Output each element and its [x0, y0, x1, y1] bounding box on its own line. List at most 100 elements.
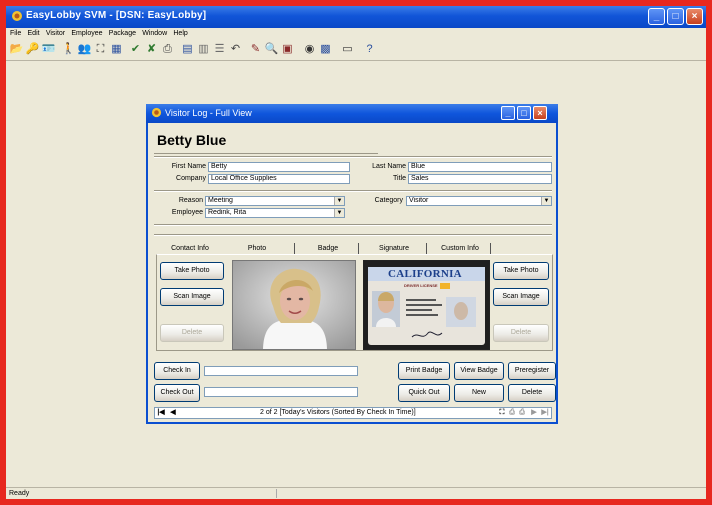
category-select[interactable]: Visitor ▼ — [406, 196, 552, 206]
id-scan-icon[interactable]: ▩ — [318, 42, 333, 57]
record-navigator: |◀ ◀ 2 of 2 [Today's Visitors (Sorted By… — [154, 407, 552, 419]
dialog-title: Visitor Log - Full View — [165, 108, 252, 118]
divider — [154, 234, 552, 236]
people-icon[interactable]: 👥 — [77, 42, 92, 57]
help-icon[interactable]: ? — [362, 42, 377, 57]
badge-icon[interactable]: 🪪 — [41, 42, 56, 57]
minimize-button[interactable]: _ — [648, 8, 665, 25]
category-label: Category — [374, 197, 403, 204]
delete-record-button[interactable]: Delete — [508, 384, 556, 402]
scan-image-button-2[interactable]: Scan Image — [493, 288, 549, 306]
key-icon[interactable]: 🔑 — [25, 42, 40, 57]
report-icon[interactable]: ▣ — [280, 42, 295, 57]
tab-badge[interactable]: Badge — [304, 243, 352, 254]
dialog-logo-icon — [151, 107, 162, 118]
view-badge-button[interactable]: View Badge — [454, 362, 504, 380]
menu-visitor[interactable]: Visitor — [46, 28, 65, 40]
last-record-icon[interactable]: ▶| — [540, 408, 550, 418]
record-status: 2 of 2 [Today's Visitors (Sorted By Chec… — [260, 409, 416, 416]
check-in-time-field[interactable] — [204, 366, 358, 376]
visitor-log-window: Visitor Log - Full View _ □ × Betty Blue… — [146, 104, 558, 424]
license-type: DRIVER LICENSE — [404, 283, 438, 288]
list-icon[interactable]: ☰ — [212, 42, 227, 57]
visitor-photo — [232, 260, 356, 350]
new-button[interactable]: New — [454, 384, 504, 402]
menu-employee[interactable]: Employee — [71, 28, 102, 40]
reason-select[interactable]: Meeting ▼ — [205, 196, 345, 206]
checkin-icon[interactable]: ✔ — [128, 42, 143, 57]
first-name-field[interactable]: Betty — [208, 162, 350, 172]
last-name-field[interactable]: Blue — [408, 162, 552, 172]
first-record-icon[interactable]: |◀ — [156, 408, 166, 418]
menu-window[interactable]: Window — [142, 28, 167, 40]
tab-signature[interactable]: Signature — [370, 243, 418, 254]
first-name-label: First Name — [171, 163, 206, 170]
tab-divider — [426, 243, 427, 254]
delete-image-button[interactable]: Delete — [493, 324, 549, 342]
app-title: EasyLobby SVM - [DSN: EasyLobby] — [26, 10, 207, 21]
camera-icon[interactable]: ◉ — [302, 42, 317, 57]
package-icon[interactable]: ▭ — [340, 42, 355, 57]
check-out-button[interactable]: Check Out — [154, 384, 200, 402]
delete-photo-button[interactable]: Delete — [160, 324, 224, 342]
dialog-title-bar[interactable]: Visitor Log - Full View _ □ × — [146, 104, 558, 123]
tab-divider — [490, 243, 491, 254]
tools-icon[interactable]: ✎ — [248, 42, 263, 57]
company-field[interactable]: Local Office Supplies — [208, 174, 350, 184]
last-name-label: Last Name — [372, 163, 406, 170]
form-icon[interactable]: ▥ — [196, 42, 211, 57]
calendar-icon[interactable]: ▤ — [180, 42, 195, 57]
tab-contact-info[interactable]: Contact Info — [162, 243, 218, 254]
search-icon[interactable]: 🔍 — [264, 42, 279, 57]
tab-photo[interactable]: Photo — [232, 243, 282, 254]
next-record-icon[interactable]: ▶ — [529, 408, 539, 418]
menu-file[interactable]: File — [10, 28, 21, 40]
open-icon[interactable]: 📂 — [9, 42, 24, 57]
printer-icon[interactable]: ⎙ — [160, 42, 175, 57]
print-disabled-icon[interactable]: ⎙ — [507, 408, 517, 418]
title-field[interactable]: Sales — [408, 174, 552, 184]
maximize-button[interactable]: □ — [667, 8, 684, 25]
check-in-button[interactable]: Check In — [154, 362, 200, 380]
chevron-down-icon[interactable]: ▼ — [334, 197, 344, 205]
menu-help[interactable]: Help — [173, 28, 187, 40]
menu-bar: File Edit Visitor Employee Package Windo… — [6, 28, 706, 40]
app-title-bar[interactable]: EasyLobby SVM - [DSN: EasyLobby] _ □ × — [6, 6, 706, 28]
take-photo-button-2[interactable]: Take Photo — [493, 262, 549, 280]
quick-out-button[interactable]: Quick Out — [398, 384, 450, 402]
close-button[interactable]: × — [686, 8, 703, 25]
toolbar: 📂 🔑 🪪 🚶 👥 ⛶ ▦ ✔ ✘ ⎙ ▤ ▥ ☰ ↶ ✎ 🔍 ▣ ◉ ▩ ▭? — [6, 40, 706, 61]
app-window: EasyLobby SVM - [DSN: EasyLobby] _ □ × F… — [6, 6, 706, 499]
visitor-name: Betty Blue — [157, 132, 227, 148]
dialog-minimize-button[interactable]: _ — [501, 106, 515, 120]
chevron-down-icon[interactable]: ▼ — [541, 197, 551, 205]
reason-value: Meeting — [208, 197, 233, 204]
menu-edit[interactable]: Edit — [28, 28, 40, 40]
print-badge-button[interactable]: Print Badge — [398, 362, 450, 380]
scan-image-button[interactable]: Scan Image — [160, 288, 224, 306]
previous-record-icon[interactable]: ◀ — [168, 408, 178, 418]
divider — [154, 190, 552, 192]
tab-divider — [294, 243, 295, 254]
employee-value: Redink, Rita — [208, 209, 247, 216]
binoculars-icon[interactable]: ⛶ — [497, 408, 507, 418]
grid-icon[interactable]: ▦ — [109, 42, 124, 57]
undo-icon[interactable]: ↶ — [228, 42, 243, 57]
chevron-down-icon[interactable]: ▼ — [334, 209, 344, 217]
category-value: Visitor — [409, 197, 429, 204]
binoculars-icon[interactable]: ⛶ — [93, 42, 108, 57]
employee-select[interactable]: Redink, Rita ▼ — [205, 208, 345, 218]
license-state: CALIFORNIA — [388, 268, 462, 280]
dialog-maximize-button[interactable]: □ — [517, 106, 531, 120]
menu-package[interactable]: Package — [109, 28, 136, 40]
walk-icon[interactable]: 🚶 — [61, 42, 76, 57]
take-photo-button[interactable]: Take Photo — [160, 262, 224, 280]
print-preview-disabled-icon[interactable]: ⎙ — [517, 408, 527, 418]
checkout-icon[interactable]: ✘ — [144, 42, 159, 57]
employee-label: Employee — [171, 209, 203, 216]
status-divider — [276, 489, 277, 498]
dialog-close-button[interactable]: × — [533, 106, 547, 120]
check-out-time-field[interactable] — [204, 387, 358, 397]
tab-custom-info[interactable]: Custom Info — [434, 243, 486, 254]
preregister-button[interactable]: Preregister — [508, 362, 556, 380]
